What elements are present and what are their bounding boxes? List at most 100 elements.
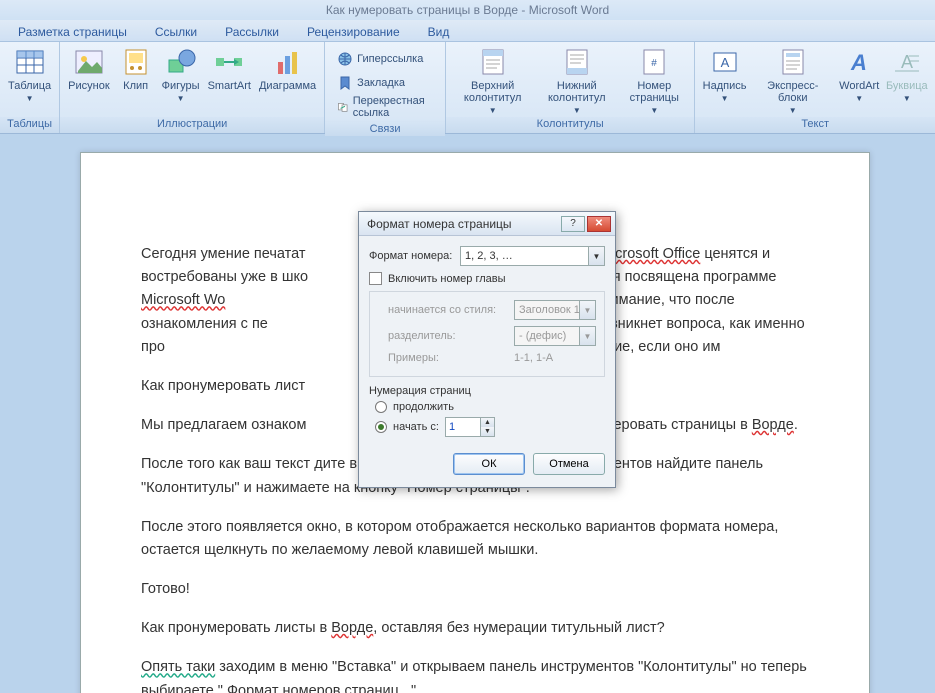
footer-button[interactable]: Нижний колонтитул ▼: [535, 44, 618, 117]
group-illustrations: Рисунок Клип Фигуры ▼ SmartArt Диаграмма…: [60, 42, 325, 133]
shapes-button[interactable]: Фигуры ▼: [158, 44, 204, 105]
window-title: Как нумеровать страницы в Ворде - Micros…: [0, 0, 935, 20]
cancel-button[interactable]: Отмена: [533, 453, 605, 475]
number-format-combo[interactable]: 1, 2, 3, … ▼: [460, 246, 605, 266]
picture-button[interactable]: Рисунок: [64, 44, 114, 92]
page-number-format-dialog: Формат номера страницы ? ✕ Формат номера…: [358, 211, 616, 488]
tab-review[interactable]: Рецензирование: [293, 22, 414, 41]
bookmark-button[interactable]: Закладка: [333, 72, 437, 94]
crossref-label: Перекрестная ссылка: [353, 95, 433, 119]
help-icon: ?: [570, 218, 576, 229]
shapes-icon: [165, 46, 197, 78]
separator-combo: - (дефис) ▼: [514, 326, 596, 346]
textbox-label: Надпись: [703, 80, 747, 92]
textbox-icon: A: [709, 46, 741, 78]
dropdown-icon: ▼: [789, 105, 797, 117]
chart-label: Диаграмма: [259, 80, 316, 92]
dropdown-icon: ▼: [855, 93, 863, 105]
ok-button[interactable]: ОК: [453, 453, 525, 475]
page-number-label: Номер страницы: [622, 80, 686, 104]
shapes-label: Фигуры: [162, 80, 200, 92]
group-header-footer: Верхний колонтитул ▼ Нижний колонтитул ▼…: [446, 42, 695, 133]
hyperlink-icon: [337, 51, 353, 67]
continue-label: продолжить: [393, 401, 454, 413]
bookmark-icon: [337, 75, 353, 91]
hyperlink-label: Гиперссылка: [357, 53, 423, 65]
numbering-group-label: Нумерация страниц: [369, 385, 605, 397]
dropdown-icon: ▼: [26, 93, 34, 105]
chapter-options: начинается со стиля: Заголовок 1▼ раздел…: [369, 291, 605, 377]
examples-label: Примеры:: [388, 352, 508, 364]
header-button[interactable]: Верхний колонтитул ▼: [450, 44, 535, 117]
chart-icon: [272, 46, 304, 78]
tab-view[interactable]: Вид: [414, 22, 464, 41]
bookmark-label: Закладка: [357, 77, 405, 89]
clip-label: Клип: [123, 80, 148, 92]
group-title: Текст: [695, 117, 935, 133]
spin-up-icon[interactable]: ▲: [481, 418, 494, 427]
dropdown-icon: ▼: [579, 301, 595, 319]
page-number-icon: #: [638, 46, 670, 78]
quickparts-icon: [777, 46, 809, 78]
tab-page-layout[interactable]: Разметка страницы: [4, 22, 141, 41]
include-chapter-label: Включить номер главы: [388, 273, 506, 285]
crossref-icon: [337, 99, 349, 115]
start-at-radio[interactable]: [375, 421, 387, 433]
quickparts-label: Экспресс-блоки: [754, 80, 832, 104]
close-button[interactable]: ✕: [587, 216, 611, 232]
dropdown-icon: ▼: [489, 105, 497, 117]
smartart-label: SmartArt: [208, 80, 251, 92]
tab-references[interactable]: Ссылки: [141, 22, 211, 41]
number-format-label: Формат номера:: [369, 250, 454, 262]
quickparts-button[interactable]: Экспресс-блоки ▼: [750, 44, 836, 117]
smartart-icon: [213, 46, 245, 78]
group-title: Иллюстрации: [60, 117, 324, 133]
page-number-button[interactable]: # Номер страницы ▼: [618, 44, 690, 117]
dropcap-button[interactable]: A Буквица ▼: [883, 44, 931, 105]
wordart-button[interactable]: A WordArt ▼: [836, 44, 883, 105]
hyperlink-button[interactable]: Гиперссылка: [333, 48, 437, 70]
table-button[interactable]: Таблица ▼: [4, 44, 55, 105]
svg-text:#: #: [652, 58, 658, 69]
textbox-button[interactable]: A Надпись ▼: [699, 44, 749, 105]
smartart-button[interactable]: SmartArt: [204, 44, 255, 92]
separator-value: - (дефис): [519, 330, 566, 342]
svg-text:A: A: [850, 50, 867, 75]
starts-with-label: начинается со стиля:: [388, 304, 508, 316]
start-at-spinner[interactable]: ▲▼: [445, 417, 495, 437]
ribbon-tabs: Разметка страницы Ссылки Рассылки Реценз…: [0, 20, 935, 42]
clip-button[interactable]: Клип: [114, 44, 158, 92]
chart-button[interactable]: Диаграмма: [255, 44, 320, 92]
dropdown-icon: ▼: [573, 105, 581, 117]
svg-text:A: A: [720, 55, 729, 70]
examples-value: 1-1, 1-A: [514, 352, 553, 364]
dialog-titlebar[interactable]: Формат номера страницы ? ✕: [359, 212, 615, 236]
group-text: A Надпись ▼ Экспресс-блоки ▼ A WordArt ▼…: [695, 42, 935, 133]
dropdown-icon: ▼: [721, 93, 729, 105]
body-text: Готово!: [141, 578, 809, 601]
include-chapter-checkbox[interactable]: [369, 272, 382, 285]
continue-radio[interactable]: [375, 401, 387, 413]
table-label: Таблица: [8, 80, 51, 92]
header-label: Верхний колонтитул: [454, 80, 531, 104]
table-icon: [14, 46, 46, 78]
wordart-icon: A: [843, 46, 875, 78]
footer-icon: [561, 46, 593, 78]
tab-mailings[interactable]: Рассылки: [211, 22, 293, 41]
start-at-input[interactable]: [446, 418, 480, 436]
clip-icon: [120, 46, 152, 78]
header-icon: [477, 46, 509, 78]
group-title: Колонтитулы: [446, 117, 694, 133]
dropdown-icon: ▼: [579, 327, 595, 345]
dropdown-icon: ▼: [903, 93, 911, 105]
dropdown-icon[interactable]: ▼: [588, 247, 604, 265]
svg-text:A: A: [901, 52, 913, 72]
group-links: Гиперссылка Закладка Перекрестная ссылка…: [325, 42, 446, 133]
footer-label: Нижний колонтитул: [539, 80, 614, 104]
spin-down-icon[interactable]: ▼: [481, 427, 494, 436]
crossref-button[interactable]: Перекрестная ссылка: [333, 96, 437, 118]
help-button[interactable]: ?: [561, 216, 585, 232]
body-text: Как пронумеровать листы в Ворде, оставля…: [141, 617, 809, 640]
dropcap-icon: A: [891, 46, 923, 78]
wordart-label: WordArt: [839, 80, 879, 92]
